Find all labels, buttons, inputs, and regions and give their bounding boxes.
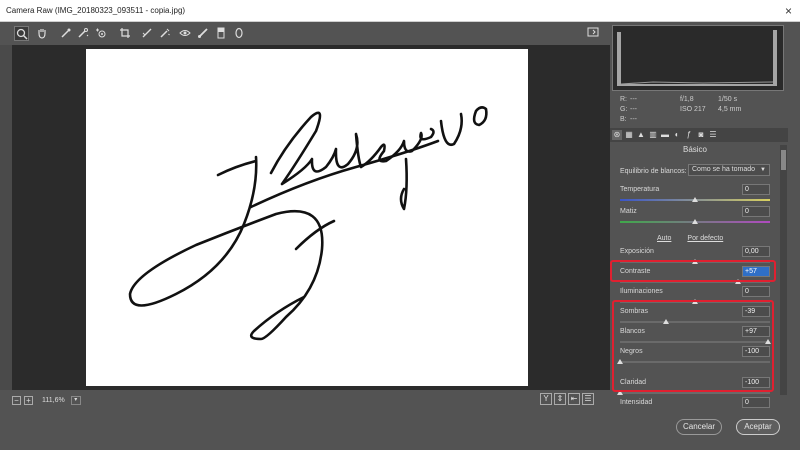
tab-hsl-icon[interactable]: ▥ bbox=[648, 130, 658, 140]
toggle-settings-button[interactable]: ☰ bbox=[582, 393, 594, 405]
auto-default-links: Auto Por defecto bbox=[657, 235, 723, 242]
default-link[interactable]: Por defecto bbox=[687, 235, 723, 242]
tint-input[interactable]: 0 bbox=[742, 206, 770, 217]
before-after-button[interactable]: Y bbox=[540, 393, 552, 405]
view-buttons: Y ⇕ ⇤ ☰ bbox=[540, 393, 594, 405]
panel-scrollbar-thumb[interactable] bbox=[781, 150, 786, 170]
white-balance-icon[interactable] bbox=[58, 26, 73, 41]
tab-lens-icon[interactable]: ◐ bbox=[672, 130, 682, 140]
zoom-controls: − + 111,6% ▾ bbox=[12, 394, 81, 406]
hand-icon[interactable] bbox=[34, 26, 49, 41]
zoom-in-button[interactable]: + bbox=[24, 395, 33, 405]
window-title: Camera Raw (IMG_20180323_093511 - copia.… bbox=[6, 6, 186, 15]
auto-link[interactable]: Auto bbox=[657, 235, 671, 242]
temperature-slider[interactable] bbox=[692, 197, 698, 202]
tab-tone-curve-icon[interactable]: ▦ bbox=[624, 130, 634, 140]
panel-tabs: ⊛ ▦ ▲ ▥ ▬ ◐ ƒ ◙ ☰ bbox=[610, 128, 788, 142]
chevron-down-icon: ▼ bbox=[760, 167, 766, 173]
zoom-dropdown-chevron-down-icon[interactable]: ▾ bbox=[70, 395, 81, 405]
panel-scrollbar[interactable] bbox=[780, 145, 787, 395]
window-titlebar: Camera Raw (IMG_20180323_093511 - copia.… bbox=[0, 0, 800, 22]
left-edge bbox=[0, 45, 12, 390]
fullscreen-icon[interactable] bbox=[587, 26, 602, 41]
highlights-input[interactable]: 0 bbox=[742, 286, 770, 297]
signature-drawing bbox=[128, 106, 488, 341]
zoom-out-button[interactable]: − bbox=[12, 395, 21, 405]
temperature-input[interactable]: 0 bbox=[742, 184, 770, 195]
color-sampler-icon[interactable] bbox=[75, 26, 90, 41]
spot-removal-icon[interactable] bbox=[157, 26, 172, 41]
target-adjust-icon[interactable] bbox=[93, 26, 108, 41]
tab-detail-icon[interactable]: ▲ bbox=[636, 130, 646, 140]
vibrance-input[interactable]: 0 bbox=[742, 397, 770, 408]
zoom-icon[interactable] bbox=[14, 26, 29, 41]
pixel-info: R: --- f/1,8 1/50 s G: --- ISO 217 4,5 m… bbox=[620, 96, 742, 123]
tab-effects-icon[interactable]: ƒ bbox=[684, 130, 694, 140]
graduated-filter-icon[interactable] bbox=[213, 26, 228, 41]
tab-basic-aperture-icon[interactable]: ⊛ bbox=[612, 130, 622, 140]
tab-split-toning-icon[interactable]: ▬ bbox=[660, 130, 670, 140]
cancel-button[interactable]: Cancelar bbox=[676, 419, 722, 435]
histogram bbox=[612, 25, 784, 91]
signature-photo bbox=[86, 49, 528, 386]
image-canvas[interactable] bbox=[12, 45, 610, 390]
white-balance-select[interactable]: Como se ha tomado ▼ bbox=[688, 164, 770, 176]
tint-slider[interactable] bbox=[692, 219, 698, 224]
swap-settings-button[interactable]: ⇕ bbox=[554, 393, 566, 405]
redeye-icon[interactable] bbox=[177, 26, 192, 41]
section-title: Básico bbox=[682, 145, 707, 154]
radial-filter-icon[interactable] bbox=[231, 26, 246, 41]
contrast-highlight-box bbox=[610, 260, 776, 282]
white-balance-label: Equilibrio de blancos: bbox=[620, 168, 687, 175]
tone-highlight-box bbox=[612, 300, 774, 392]
tab-presets-icon[interactable]: ☰ bbox=[708, 130, 718, 140]
accept-button[interactable]: Aceptar bbox=[736, 419, 780, 435]
close-icon[interactable]: × bbox=[785, 0, 792, 22]
exposure-input[interactable]: 0,00 bbox=[742, 246, 770, 257]
crop-icon[interactable] bbox=[117, 26, 132, 41]
adjustment-brush-icon[interactable] bbox=[195, 26, 210, 41]
straighten-icon[interactable] bbox=[139, 26, 154, 41]
toolbar bbox=[0, 22, 610, 45]
copy-settings-button[interactable]: ⇤ bbox=[568, 393, 580, 405]
tab-calibration-camera-icon[interactable]: ◙ bbox=[696, 130, 706, 140]
zoom-level: 111,6% bbox=[42, 396, 65, 404]
